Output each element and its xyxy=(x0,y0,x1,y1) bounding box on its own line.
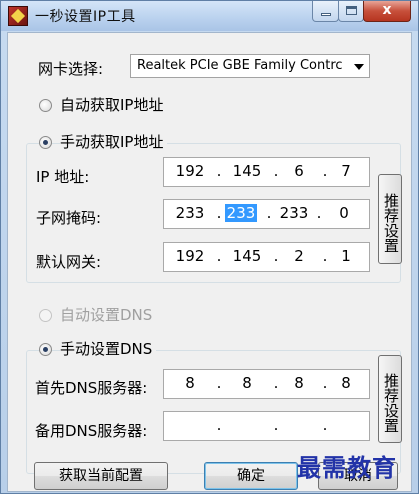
dns-manual-radio[interactable] xyxy=(39,343,52,356)
dns-primary-octet-4[interactable]: 8 xyxy=(326,374,366,392)
chevron-down-icon[interactable] xyxy=(354,64,364,70)
nic-select[interactable]: Realtek PCIe GBE Family Contrc xyxy=(130,54,370,78)
gateway-field[interactable]: 192 . 145 . 2 . 1 xyxy=(163,242,370,272)
octet-separator: . xyxy=(322,416,328,434)
dns-primary-octet-3[interactable]: 8 xyxy=(279,374,319,392)
dns-auto-radio[interactable] xyxy=(39,309,52,322)
ip-auto-radio[interactable] xyxy=(39,99,52,112)
minimize-button[interactable] xyxy=(312,1,339,22)
subnet-mask-field[interactable]: 233 . 233 . 233 . 0 xyxy=(163,199,370,229)
close-button[interactable]: x xyxy=(363,1,411,22)
gateway-label: 默认网关: xyxy=(36,253,102,271)
ip-address-label: IP 地址: xyxy=(36,168,90,186)
window-title: 一秒设置IP工具 xyxy=(35,9,136,25)
octet-separator: . xyxy=(266,204,272,222)
gateway-octet-4[interactable]: 1 xyxy=(326,247,366,265)
dns-recommend-button[interactable]: 推荐设置 xyxy=(378,355,402,443)
ip-recommend-button[interactable]: 推荐设置 xyxy=(378,174,402,264)
octet-separator: . xyxy=(216,416,222,434)
app-icon xyxy=(8,6,28,26)
octet-separator: . xyxy=(216,204,222,222)
ip-manual-radio[interactable] xyxy=(39,136,52,149)
octet-separator: . xyxy=(216,162,222,180)
octet-separator: . xyxy=(273,416,279,434)
octet-separator: . xyxy=(216,247,222,265)
nic-selected-value: Realtek PCIe GBE Family Contrc xyxy=(137,58,343,73)
dialog-body: 网卡选择: Realtek PCIe GBE Family Contrc 自动获… xyxy=(7,32,412,492)
ip-address-octet-1[interactable]: 192 xyxy=(170,162,210,180)
dns-auto-label[interactable]: 自动设置DNS xyxy=(60,304,152,325)
subnet-mask-octet-1[interactable]: 233 xyxy=(170,204,210,222)
octet-separator: . xyxy=(216,374,222,392)
dns-primary-field[interactable]: 8 . 8 . 8 . 8 xyxy=(163,369,370,399)
ip-address-octet-2[interactable]: 145 xyxy=(227,162,267,180)
get-current-config-button[interactable]: 获取当前配置 xyxy=(34,462,168,490)
dns-primary-octet-2[interactable]: 8 xyxy=(227,374,267,392)
ip-manual-label[interactable]: 手动获取IP地址 xyxy=(60,131,168,152)
subnet-mask-octet-3[interactable]: 233 xyxy=(274,204,314,222)
ip-address-field[interactable]: 192 . 145 . 6 . 7 xyxy=(163,157,370,187)
nic-label: 网卡选择: xyxy=(38,60,104,78)
gateway-octet-3[interactable]: 2 xyxy=(279,247,319,265)
dns-primary-octet-1[interactable]: 8 xyxy=(170,374,210,392)
octet-separator: . xyxy=(316,204,322,222)
watermark-text: 最需教育 xyxy=(297,453,397,482)
dns-secondary-label: 备用DNS服务器: xyxy=(35,422,148,440)
dns-secondary-field[interactable]: . . . xyxy=(163,411,370,441)
gateway-octet-1[interactable]: 192 xyxy=(170,247,210,265)
subnet-mask-octet-2[interactable]: 233 xyxy=(225,204,257,222)
maximize-button[interactable] xyxy=(338,1,364,22)
app-window: 一秒设置IP工具 x 网卡选择: Realtek PCIe GBE Family… xyxy=(0,0,419,494)
subnet-mask-octet-4[interactable]: 0 xyxy=(324,204,364,222)
ok-button[interactable]: 确定 xyxy=(204,462,298,490)
dns-manual-label[interactable]: 手动设置DNS xyxy=(60,338,157,359)
title-bar[interactable]: 一秒设置IP工具 x xyxy=(1,1,418,31)
ip-address-octet-3[interactable]: 6 xyxy=(279,162,319,180)
ip-address-octet-4[interactable]: 7 xyxy=(326,162,366,180)
close-icon: x xyxy=(382,2,392,18)
ip-auto-label[interactable]: 自动获取IP地址 xyxy=(60,94,163,115)
subnet-mask-label: 子网掩码: xyxy=(36,209,102,227)
dns-primary-label: 首先DNS服务器: xyxy=(35,379,148,397)
gateway-octet-2[interactable]: 145 xyxy=(227,247,267,265)
